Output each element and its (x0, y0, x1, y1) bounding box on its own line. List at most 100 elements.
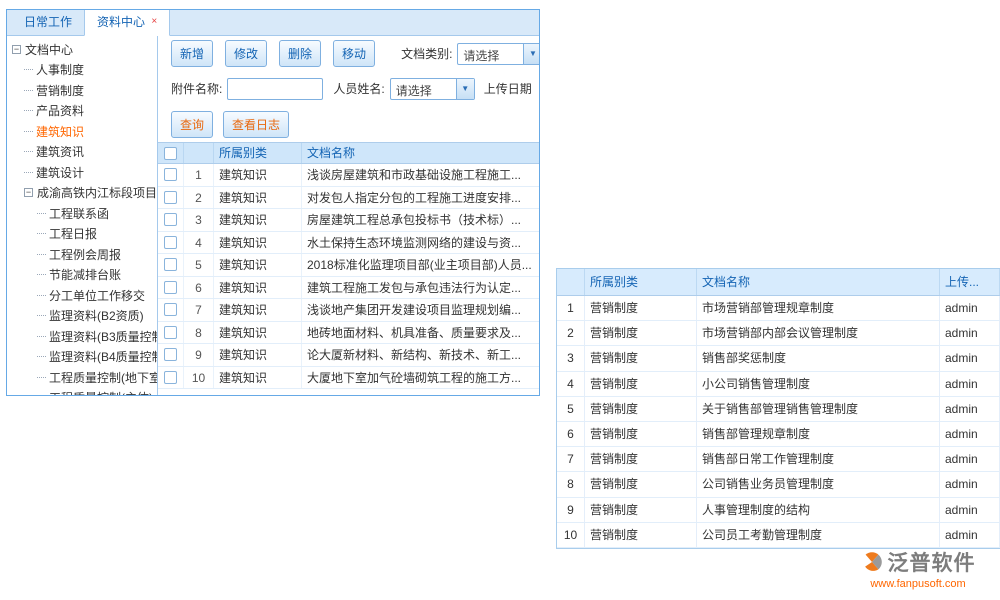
table-row[interactable]: 7建筑知识浅谈地产集团开发建设项目监理规划编... (158, 299, 539, 322)
tab-bar: 日常工作 资料中心 × (7, 10, 539, 36)
modify-button[interactable]: 修改 (225, 40, 267, 67)
row-number: 10 (557, 523, 585, 547)
row-category: 营销制度 (585, 397, 697, 421)
row-checkbox[interactable] (164, 213, 177, 226)
table-row[interactable]: 5营销制度关于销售部管理销售管理制度admin (557, 397, 1000, 422)
table-row[interactable]: 1营销制度市场营销部管理规章制度admin (557, 296, 1000, 321)
marketing-table-header: 所属别类 文档名称 上传... (557, 269, 1000, 296)
tree-item[interactable]: 营销制度 (11, 80, 157, 101)
row-number: 4 (184, 232, 214, 254)
table-row[interactable]: 9营销制度人事管理制度的结构admin (557, 498, 1000, 523)
table-row[interactable]: 6建筑知识建筑工程施工发包与承包违法行为认定... (158, 277, 539, 300)
row-category: 建筑知识 (214, 187, 302, 209)
collapse-icon[interactable]: − (12, 45, 21, 54)
close-icon[interactable]: × (151, 16, 157, 27)
row-checkbox[interactable] (164, 326, 177, 339)
row-checkbox[interactable] (164, 168, 177, 181)
row-category: 营销制度 (585, 372, 697, 396)
tree-item[interactable]: 建筑设计 (11, 162, 157, 183)
tab-daily-work[interactable]: 日常工作 (12, 9, 84, 35)
tree-item[interactable]: 工程联系函 (11, 203, 157, 224)
table-row[interactable]: 4建筑知识水土保持生态环境监测网络的建设与资... (158, 232, 539, 255)
tree-branch-line (37, 336, 46, 337)
table-row[interactable]: 1建筑知识浅谈房屋建筑和市政基础设施工程施工... (158, 164, 539, 187)
marketing-table-window: 所属别类 文档名称 上传... 1营销制度市场营销部管理规章制度admin2营销… (556, 268, 1000, 549)
checkbox-cell (158, 322, 184, 344)
tree-item[interactable]: 工程例会周报 (11, 244, 157, 265)
chevron-down-icon[interactable]: ▼ (456, 79, 474, 99)
row-number: 1 (184, 164, 214, 186)
brand-url[interactable]: www.fanpusoft.com (839, 578, 997, 590)
tree-item[interactable]: 产品资料 (11, 101, 157, 122)
table-row[interactable]: 3营销制度销售部奖惩制度admin (557, 346, 1000, 371)
table-row[interactable]: 8建筑知识地砖地面材料、机具准备、质量要求及... (158, 322, 539, 345)
table-row[interactable]: 9建筑知识论大厦新材料、新结构、新技术、新工... (158, 344, 539, 367)
table-row[interactable]: 2营销制度市场营销部内部会议管理制度admin (557, 321, 1000, 346)
tree-item[interactable]: 节能减排台账 (11, 265, 157, 286)
tree-branch-line (24, 131, 33, 132)
person-name-label: 人员姓名: (333, 80, 384, 97)
tree-item[interactable]: 人事制度 (11, 60, 157, 81)
document-table-header: 所属别类 文档名称 (158, 142, 539, 164)
row-checkbox[interactable] (164, 258, 177, 271)
screen: 日常工作 资料中心 × −文档中心人事制度营销制度产品资料建筑知识建筑资讯建筑设… (0, 0, 1000, 600)
delete-button[interactable]: 删除 (279, 40, 321, 67)
row-number: 4 (557, 372, 585, 396)
tree-item[interactable]: 监理资料(B2资质) (11, 306, 157, 327)
tree-item[interactable]: 建筑资讯 (11, 142, 157, 163)
row-number: 8 (184, 322, 214, 344)
row-number: 1 (557, 296, 585, 320)
tree-item[interactable]: 分工单位工作移交 (11, 285, 157, 306)
move-button[interactable]: 移动 (333, 40, 375, 67)
tree-item[interactable]: 监理资料(B3质量控制) (11, 326, 157, 347)
row-number: 9 (557, 498, 585, 522)
tree-item[interactable]: −成渝高铁内江标段项目 (11, 183, 157, 204)
row-number: 2 (557, 321, 585, 345)
table-row[interactable]: 8营销制度公司销售业务员管理制度admin (557, 472, 1000, 497)
tree-item-label: 工程例会周报 (49, 246, 121, 263)
tree-item-label: 成渝高铁内江标段项目 (37, 184, 157, 201)
table-row[interactable]: 3建筑知识房屋建筑工程总承包投标书（技术标）... (158, 209, 539, 232)
row-checkbox[interactable] (164, 236, 177, 249)
category-select[interactable]: 请选择 ▼ (457, 43, 539, 65)
row-doc-name: 浅谈地产集团开发建设项目监理规划编... (302, 299, 539, 321)
person-select[interactable]: 请选择 ▼ (390, 78, 475, 100)
table-row[interactable]: 10营销制度公司员工考勤管理制度admin (557, 523, 1000, 548)
tree-item-label: 工程联系函 (49, 205, 109, 222)
table-row[interactable]: 6营销制度销售部管理规章制度admin (557, 422, 1000, 447)
row-checkbox[interactable] (164, 281, 177, 294)
tree-item[interactable]: 监理资料(B4质量控制) (11, 347, 157, 368)
table-row[interactable]: 5建筑知识2018标准化监理项目部(业主项目部)人员... (158, 254, 539, 277)
row-doc-name: 建筑工程施工发包与承包违法行为认定... (302, 277, 539, 299)
table-row[interactable]: 4营销制度小公司销售管理制度admin (557, 372, 1000, 397)
row-doc-name: 小公司销售管理制度 (697, 372, 940, 396)
row-doc-name: 大厦地下室加气砼墙砌筑工程的施工方... (302, 367, 539, 389)
row-uploader: admin (940, 498, 1000, 522)
table-row[interactable]: 2建筑知识对发包人指定分包的工程施工进度安排... (158, 187, 539, 210)
tree-branch-line (24, 90, 33, 91)
row-category: 营销制度 (585, 523, 697, 547)
table-row[interactable]: 7营销制度销售部日常工作管理制度admin (557, 447, 1000, 472)
tree-item[interactable]: 工程质量控制(主体) (11, 388, 157, 396)
row-checkbox[interactable] (164, 348, 177, 361)
table-row[interactable]: 10建筑知识大厦地下室加气砼墙砌筑工程的施工方... (158, 367, 539, 390)
select-all-checkbox[interactable] (164, 147, 177, 160)
tab-data-center[interactable]: 资料中心 × (84, 9, 170, 36)
row-checkbox[interactable] (164, 303, 177, 316)
attachment-name-input[interactable] (227, 78, 323, 100)
row-number: 6 (184, 277, 214, 299)
tree-item[interactable]: 工程质量控制(地下室) (11, 367, 157, 388)
tree-item-label: 监理资料(B3质量控制) (49, 328, 157, 345)
checkbox-cell (158, 164, 184, 186)
collapse-icon[interactable]: − (24, 188, 33, 197)
tree-item[interactable]: −文档中心 (11, 39, 157, 60)
row-checkbox[interactable] (164, 191, 177, 204)
row-checkbox[interactable] (164, 371, 177, 384)
add-button[interactable]: 新增 (171, 40, 213, 67)
chevron-down-icon[interactable]: ▼ (523, 44, 539, 64)
query-button[interactable]: 查询 (171, 111, 213, 138)
view-log-button[interactable]: 查看日志 (223, 111, 289, 138)
tree-item[interactable]: 工程日报 (11, 224, 157, 245)
tree-item[interactable]: 建筑知识 (11, 121, 157, 142)
tree-item-label: 工程质量控制(主体) (49, 389, 153, 395)
